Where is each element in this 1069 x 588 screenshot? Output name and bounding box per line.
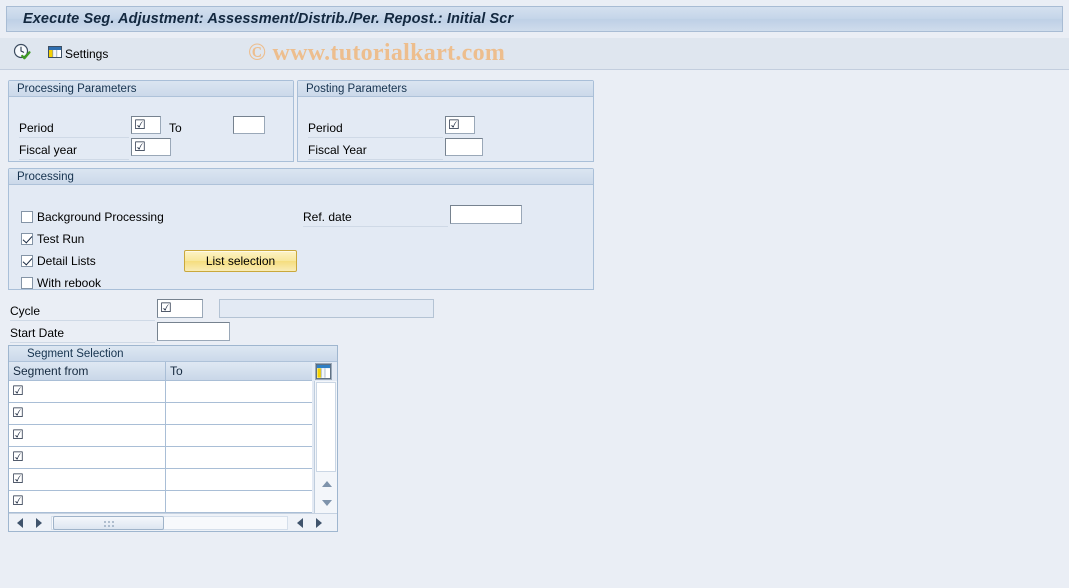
pp-period-value: ☑ [134,117,146,133]
checkbox-background-processing[interactable]: Background Processing [21,210,164,224]
cell-segment-from[interactable]: ☑ [9,469,166,491]
pp-period-label: Period [19,121,129,138]
checkbox-test-run[interactable]: Test Run [21,232,84,246]
pp-to-label: To [169,121,182,135]
checkbox-detail-lists[interactable]: Detail Lists [21,254,96,268]
horizontal-scroll-thumb[interactable] [53,516,164,530]
pp-to-input[interactable] [233,116,265,134]
cell-segment-from[interactable]: ☑ [9,425,166,447]
table-row[interactable]: ☑ [9,447,312,469]
grip-icon [102,519,115,527]
table-settings-icon[interactable] [315,363,332,380]
column-header-to[interactable]: To [166,362,312,381]
window-title-bar: Execute Seg. Adjustment: Assessment/Dist… [6,6,1063,32]
start-date-label: Start Date [10,326,155,343]
pp-fiscal-year-input[interactable]: ☑ [131,138,171,156]
cell-value: ☑ [12,384,24,399]
chevron-left-icon [296,518,303,528]
processing-title: Processing [9,169,593,185]
cell-to[interactable] [166,403,312,425]
cycle-input[interactable]: ☑ [157,299,203,318]
chevron-down-icon [321,500,332,506]
cell-to[interactable] [166,425,312,447]
cell-value: ☑ [12,472,24,487]
table-horizontal-scrollbar[interactable] [9,513,337,531]
cycle-label: Cycle [10,304,155,321]
table-row[interactable]: ☑ [9,425,312,447]
ref-date-input[interactable] [450,205,522,224]
scroll-left-button-right[interactable] [291,515,308,531]
chevron-right-icon [315,518,322,528]
pp-fiscal-year-label: Fiscal year [19,143,129,160]
pop-period-label: Period [308,121,443,138]
cell-to[interactable] [166,491,312,513]
checkbox-label: Background Processing [37,210,164,224]
posting-parameters-title: Posting Parameters [298,81,593,97]
sap-screen: Execute Seg. Adjustment: Assessment/Dist… [0,0,1069,588]
cell-segment-from[interactable]: ☑ [9,381,166,403]
execute-clock-check-icon [13,43,31,64]
segment-selection-table: Segment Selection Segment from To ☑ ☑ ☑ … [8,345,338,532]
cell-value: ☑ [12,428,24,443]
application-toolbar: Settings [0,38,1069,70]
cell-segment-from[interactable]: ☑ [9,403,166,425]
chevron-left-icon [16,518,23,528]
scroll-down-button[interactable] [318,494,335,512]
processing-group: Processing Background Processing Test Ru… [8,168,594,290]
cell-to[interactable] [166,381,312,403]
checkbox-label: With rebook [37,276,102,290]
execute-button[interactable] [9,41,35,67]
cell-value: ☑ [12,406,24,421]
column-header-segment-from[interactable]: Segment from [9,362,166,381]
cycle-value: ☑ [160,301,172,316]
settings-button[interactable]: Settings [43,41,112,67]
ref-date-label: Ref. date [303,210,448,227]
chevron-right-icon [35,518,42,528]
segment-selection-title: Segment Selection [9,346,337,362]
table-vertical-scrollbar[interactable] [314,381,337,513]
checkbox-label: Detail Lists [37,254,96,268]
checkbox-box [21,211,33,223]
table-body: ☑ ☑ ☑ ☑ ☑ ☑ [9,381,312,513]
checkbox-with-rebook[interactable]: With rebook [21,276,101,290]
checkbox-box [21,277,33,289]
checkbox-label: Test Run [37,232,85,246]
table-header-row: Segment from To [9,362,312,381]
vertical-scroll-thumb[interactable] [316,382,336,472]
settings-table-icon [47,44,63,63]
cell-segment-from[interactable]: ☑ [9,491,166,513]
pop-fiscal-year-input[interactable] [445,138,483,156]
table-row[interactable]: ☑ [9,469,312,491]
pop-fiscal-year-label: Fiscal Year [308,143,443,160]
processing-parameters-group: Processing Parameters Period ☑ To Fiscal… [8,80,294,162]
table-row[interactable]: ☑ [9,491,312,513]
checkbox-box [21,233,33,245]
scroll-right-button[interactable] [30,515,47,531]
cell-to[interactable] [166,447,312,469]
scroll-right-button-right[interactable] [310,515,327,531]
cell-to[interactable] [166,469,312,491]
scroll-left-button[interactable] [11,515,28,531]
pop-period-input[interactable]: ☑ [445,116,475,134]
table-row[interactable]: ☑ [9,403,312,425]
cycle-description-field [219,299,434,318]
scroll-up-button[interactable] [318,475,335,493]
pop-period-value: ☑ [448,117,460,133]
list-selection-button[interactable]: List selection [184,250,297,272]
cell-segment-from[interactable]: ☑ [9,447,166,469]
start-date-input[interactable] [157,322,230,341]
cell-value: ☑ [12,450,24,465]
pp-period-input[interactable]: ☑ [131,116,161,134]
page-title: Execute Seg. Adjustment: Assessment/Dist… [23,11,514,27]
pp-fiscal-year-value: ☑ [134,139,146,155]
cell-value: ☑ [12,494,24,509]
checkbox-box [21,255,33,267]
settings-button-label: Settings [65,46,109,61]
processing-parameters-title: Processing Parameters [9,81,293,97]
posting-parameters-group: Posting Parameters Period ☑ Fiscal Year [297,80,594,162]
chevron-up-icon [321,481,332,487]
table-row[interactable]: ☑ [9,381,312,403]
